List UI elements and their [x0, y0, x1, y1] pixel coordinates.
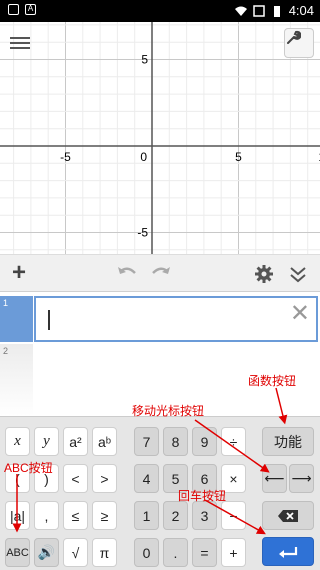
gear-icon[interactable] [254, 264, 274, 284]
annotation-cursor: 移动光标按钮 [132, 404, 205, 418]
redo-icon[interactable] [150, 264, 172, 282]
key-num-10[interactable]: 3 [192, 501, 217, 530]
key-left-13[interactable]: 🔊 [34, 538, 59, 567]
key-num-1[interactable]: 8 [163, 427, 188, 456]
x-tick-label: 0 [140, 150, 147, 164]
expression-list: 1 ✕ 2 [0, 292, 320, 416]
wrench-icon [287, 30, 301, 44]
key-left-2[interactable]: a² [63, 427, 88, 456]
key-num-4[interactable]: 4 [134, 464, 159, 493]
expression-index: 2 [0, 344, 33, 416]
signal-icon [252, 4, 265, 17]
battery-icon [273, 5, 280, 17]
expression-row[interactable]: 1 ✕ [0, 296, 320, 342]
notification-square-icon [8, 4, 19, 15]
key-left-8[interactable]: |a| [5, 501, 30, 530]
key-left-1[interactable]: y [34, 427, 59, 456]
key-num-2[interactable]: 9 [192, 427, 217, 456]
key-num-15[interactable]: + [221, 538, 246, 567]
key-left-15[interactable]: π [92, 538, 117, 567]
key-left-0[interactable]: x [5, 427, 30, 456]
collapse-chevron-icon[interactable] [288, 264, 308, 284]
x-tick-label: -5 [60, 150, 71, 164]
enter-icon [279, 546, 298, 558]
graph-grid: -10-505105-5 [0, 22, 320, 254]
menu-icon[interactable] [10, 34, 30, 52]
expression-toolbar: + [0, 254, 320, 292]
backspace-button[interactable] [262, 501, 314, 530]
undo-icon[interactable] [116, 264, 138, 282]
functions-button[interactable]: 功能 [262, 427, 314, 456]
enter-button[interactable] [262, 537, 314, 566]
graph-canvas[interactable]: -10-505105-5 [0, 22, 320, 254]
wifi-icon [234, 6, 247, 16]
key-left-6[interactable]: < [63, 464, 88, 493]
key-num-3[interactable]: ÷ [221, 427, 246, 456]
y-tick-label: -5 [137, 226, 148, 240]
notification-a-icon: A [25, 4, 36, 15]
key-left-11[interactable]: ≥ [92, 501, 117, 530]
key-left-7[interactable]: > [92, 464, 117, 493]
key-num-13[interactable]: . [163, 538, 188, 567]
key-num-14[interactable]: = [192, 538, 217, 567]
key-num-9[interactable]: 2 [163, 501, 188, 530]
math-keypad: x y a² aᵇ() < > |a|, ≤ ≥ ABC 🔊 √ π 7 8 9 ÷ 4 5 6 × 1 2 3−0. = + … [0, 416, 320, 570]
wrench-settings-button[interactable] [284, 28, 314, 58]
key-num-8[interactable]: 1 [134, 501, 159, 530]
cursor-left-button[interactable]: ⟵ [262, 464, 287, 493]
status-time: 4:04 [288, 3, 314, 18]
annotation-func: 函数按钮 [248, 374, 297, 388]
cursor-right-button[interactable]: ⟶ [289, 464, 314, 493]
backspace-icon [278, 509, 298, 522]
key-num-11[interactable]: − [221, 501, 246, 530]
delete-expression-icon[interactable]: ✕ [290, 302, 310, 326]
key-left-10[interactable]: ≤ [63, 501, 88, 530]
key-left-3[interactable]: aᵇ [92, 427, 117, 456]
annotation-enter: 回车按钮 [178, 489, 227, 503]
key-num-12[interactable]: 0 [134, 538, 159, 567]
key-left-14[interactable]: √ [63, 538, 88, 567]
text-cursor [48, 310, 50, 330]
expression-input[interactable]: ✕ [34, 296, 318, 342]
expression-index: 1 [0, 296, 33, 342]
status-bar: A 4:04 [0, 0, 320, 22]
key-left-12[interactable]: ABC [5, 538, 30, 567]
key-num-0[interactable]: 7 [134, 427, 159, 456]
x-tick-label: 5 [235, 150, 242, 164]
key-left-9[interactable]: , [34, 501, 59, 530]
add-expression-button[interactable]: + [12, 261, 26, 285]
annotation-abc: ABC按钮 [4, 461, 53, 475]
y-tick-label: 5 [141, 53, 148, 67]
